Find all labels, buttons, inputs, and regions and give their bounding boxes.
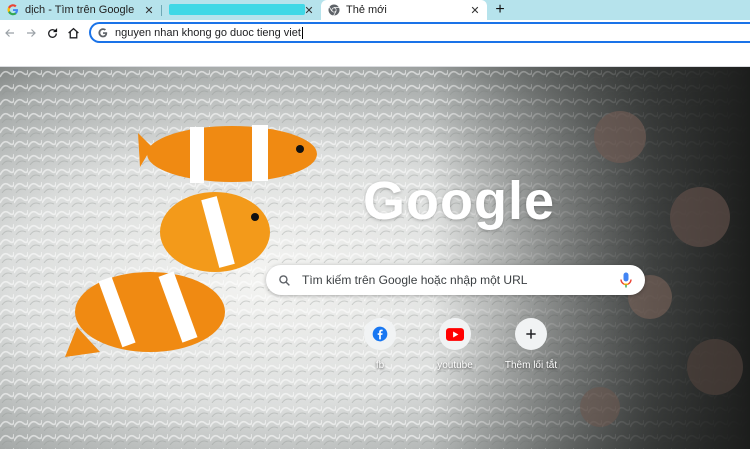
google-g-icon <box>6 4 19 17</box>
shortcut-label: fb <box>375 360 385 371</box>
google-g-icon <box>97 27 108 38</box>
redacted-tab-title <box>169 4 305 15</box>
new-tab-plus-icon[interactable]: + <box>491 0 509 20</box>
forward-arrow-icon[interactable] <box>21 23 41 43</box>
toolbar: nguyen nhan khong go duoc tieng viet <box>0 20 750 47</box>
tab-redacted[interactable]: ✕ <box>161 0 321 20</box>
chrome-icon <box>327 4 340 17</box>
new-tab-page: Google Tìm kiếm trên Google hoặc nhập mộ… <box>0 67 750 449</box>
address-bar-value: nguyen nhan khong go duoc tieng viet <box>115 26 301 39</box>
search-placeholder: Tìm kiếm trên Google hoặc nhập một URL <box>302 273 528 287</box>
tab-title: Thẻ mới <box>346 4 387 16</box>
tab-google-search[interactable]: dịch - Tìm trên Google ✕ <box>0 0 161 20</box>
shortcut-youtube[interactable]: youtube <box>420 318 490 371</box>
tab-close-icon[interactable]: ✕ <box>143 4 155 17</box>
home-icon[interactable] <box>63 23 83 43</box>
background-photo <box>0 67 750 449</box>
back-arrow-icon[interactable] <box>0 23 20 43</box>
tab-title: dịch - Tìm trên Google <box>25 4 135 16</box>
tab-new-tab[interactable]: Thẻ mới ✕ <box>321 0 487 20</box>
plus-icon <box>515 318 547 350</box>
ntp-search-box[interactable]: Tìm kiếm trên Google hoặc nhập một URL <box>266 265 645 295</box>
facebook-icon <box>364 318 396 350</box>
shortcut-fb[interactable]: fb <box>345 318 415 371</box>
clownfish-middle <box>160 192 270 272</box>
tab-close-icon[interactable]: ✕ <box>469 4 481 17</box>
add-shortcut[interactable]: Thêm lối tắt <box>496 318 566 371</box>
google-logo: Google <box>363 171 555 231</box>
youtube-icon <box>439 318 471 350</box>
microphone-icon[interactable] <box>619 272 633 288</box>
bookmarks-bar-area <box>0 47 750 67</box>
reload-icon[interactable] <box>42 23 62 43</box>
shortcut-label: Thêm lối tắt <box>504 360 558 371</box>
address-bar[interactable]: nguyen nhan khong go duoc tieng viet <box>89 22 750 43</box>
tab-strip: dịch - Tìm trên Google ✕ ✕ Thẻ mới ✕ + <box>0 0 750 20</box>
shortcut-label: youtube <box>437 360 473 371</box>
search-icon <box>278 273 292 287</box>
text-caret <box>301 26 303 39</box>
